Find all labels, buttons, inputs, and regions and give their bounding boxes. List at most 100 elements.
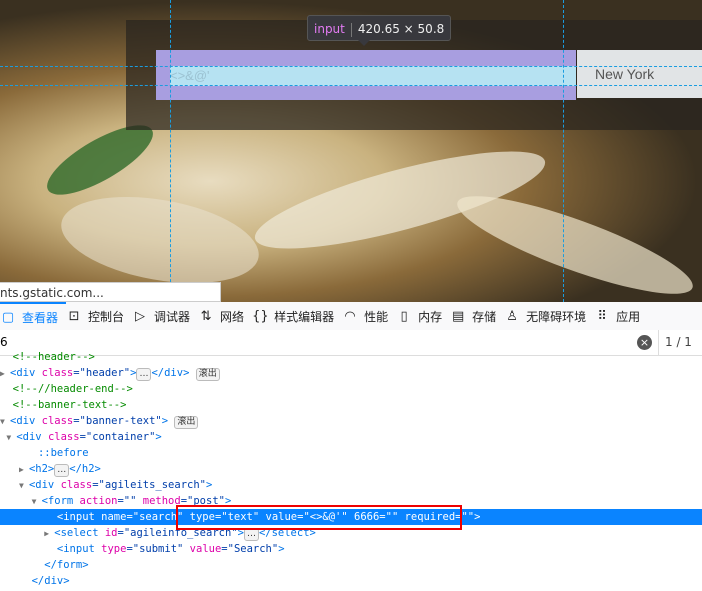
tag: <form	[41, 495, 74, 507]
tag: >	[155, 431, 162, 443]
attr: class	[35, 415, 74, 427]
markup-search-input[interactable]: 6	[0, 335, 8, 349]
tag: >	[278, 543, 285, 555]
attr: type	[94, 543, 127, 555]
accessibility-icon: ♙	[506, 308, 518, 324]
attr: value	[183, 543, 222, 555]
annotation-highlight-box	[176, 505, 462, 530]
application-icon: ⠿	[597, 308, 607, 324]
tag: </div>	[31, 575, 70, 587]
tag: <div	[10, 367, 36, 379]
attr-value: ="submit"	[126, 543, 184, 555]
attr: class	[54, 479, 93, 491]
tab-label: 内存	[418, 309, 443, 324]
tag: <select	[54, 527, 99, 539]
overflow-badge[interactable]: 滚出	[195, 368, 220, 381]
tag: <div	[10, 415, 36, 427]
overflow-badge[interactable]: 滚出	[174, 416, 199, 429]
tag: >	[161, 415, 169, 427]
tab-label: 调试器	[154, 309, 191, 324]
tag: </div>	[151, 367, 190, 379]
tree-node[interactable]: ▼ <div class="agileits_search">	[0, 477, 702, 493]
tab-accessibility[interactable]: ♙ 无障碍环境	[504, 302, 594, 330]
tab-inspector[interactable]: ▢ 查看器	[0, 302, 67, 330]
food-photo	[54, 183, 266, 297]
tree-node[interactable]: <!--header-->	[0, 349, 702, 365]
memory-icon: ▯	[400, 308, 408, 324]
tag: <h2>	[28, 463, 55, 475]
tab-label: 无障碍环境	[526, 309, 587, 324]
tab-label: 网络	[220, 309, 245, 324]
guide-line	[170, 0, 171, 302]
attr: class	[41, 431, 80, 443]
tab-storage[interactable]: ▤ 存储	[450, 302, 504, 330]
debugger-icon: ▷	[135, 308, 146, 324]
tree-node[interactable]: </form>	[0, 557, 702, 573]
tree-node[interactable]: ▼ <div class="container">	[0, 429, 702, 445]
attr: action	[73, 495, 118, 507]
tree-node[interactable]: ::before	[0, 445, 702, 461]
tree-node[interactable]: <!--banner-text-->	[0, 397, 702, 413]
devtools-toolbar: ▢ 查看器 ⊡ 控制台 ▷ 调试器 ⇅ 网络 {} 样式编辑器 ◠ 性能 ▯ 内存 ▤ 存储 ♙…	[0, 302, 702, 331]
attr-value: ="banner-text"	[73, 415, 162, 427]
attr: id	[98, 527, 118, 539]
tag: </h2>	[69, 463, 101, 475]
console-icon: ⊡	[68, 308, 80, 324]
attr-value: ="header"	[73, 367, 131, 379]
performance-icon: ◠	[344, 308, 356, 324]
tree-node[interactable]: <input type="submit" value="Search">	[0, 541, 702, 557]
comment: <!--//header-end-->	[12, 383, 133, 395]
comment: <!--header-->	[12, 351, 95, 363]
tag: >	[206, 479, 213, 491]
tab-label: 性能	[364, 309, 389, 324]
tab-label: 控制台	[88, 309, 125, 324]
tab-style-editor[interactable]: {} 样式编辑器	[252, 302, 342, 330]
food-photo-detail	[448, 178, 702, 302]
tag: <div	[28, 479, 55, 491]
attr-value: =""	[117, 495, 137, 507]
location-select[interactable]: New York	[577, 50, 702, 98]
tab-label: 样式编辑器	[274, 309, 335, 324]
style-editor-icon: {}	[252, 308, 269, 324]
attr-value: ="container"	[79, 431, 156, 443]
markup-tree: <!--header--> ▶ <div class="header">… </di…	[0, 349, 702, 589]
storage-icon: ▤	[451, 308, 465, 324]
tab-network[interactable]: ⇅ 网络	[198, 302, 252, 330]
attr: method	[136, 495, 181, 507]
tab-label: 应用	[616, 309, 641, 324]
expand-badge[interactable]: …	[54, 464, 70, 477]
tab-label: 存储	[472, 309, 497, 324]
tree-node[interactable]: <!--//header-end-->	[0, 381, 702, 397]
tooltip-size: 420.65 × 50.8	[357, 22, 445, 36]
status-url: nts.gstatic.com...	[0, 282, 221, 302]
guide-line	[563, 0, 564, 302]
tag: <input	[56, 543, 95, 555]
tab-console[interactable]: ⊡ 控制台	[66, 302, 132, 330]
tab-label: 查看器	[22, 310, 59, 325]
tab-debugger[interactable]: ▷ 调试器	[132, 302, 198, 330]
expand-badge[interactable]: …	[136, 368, 152, 381]
tab-memory[interactable]: ▯ 内存	[396, 302, 450, 330]
guide-line	[0, 85, 702, 86]
attr: class	[35, 367, 74, 379]
attr-value: ="Search"	[221, 543, 279, 555]
pseudo-element: ::before	[37, 447, 89, 459]
search-input[interactable]: <>&@'	[170, 66, 576, 86]
tooltip-tag: input	[314, 22, 345, 36]
tree-node[interactable]: </div>	[0, 573, 702, 589]
tag: </form>	[44, 559, 89, 571]
highlighter-tooltip: input 420.65 × 50.8	[307, 15, 452, 46]
web-page-viewport: <>&@' New York input 420.65 × 50.8 nts.gs…	[0, 0, 702, 302]
tab-performance[interactable]: ◠ 性能	[342, 302, 396, 330]
inspector-icon: ▢	[1, 309, 15, 325]
tree-node[interactable]: ▶ <h2>… </h2>	[0, 461, 702, 477]
clear-search-icon[interactable]: ×	[637, 335, 652, 350]
guide-line	[0, 66, 702, 67]
comment: <!--banner-text-->	[12, 399, 127, 411]
network-icon: ⇅	[200, 308, 212, 324]
attr-value: ="agileits_search"	[92, 479, 206, 491]
tag: <div	[16, 431, 42, 443]
tab-application[interactable]: ⠿ 应用	[594, 302, 648, 330]
tree-node[interactable]: ▶ <div class="header">… </div> 滚出	[0, 365, 702, 381]
tree-node[interactable]: ▼ <div class="banner-text"> 滚出	[0, 413, 702, 429]
